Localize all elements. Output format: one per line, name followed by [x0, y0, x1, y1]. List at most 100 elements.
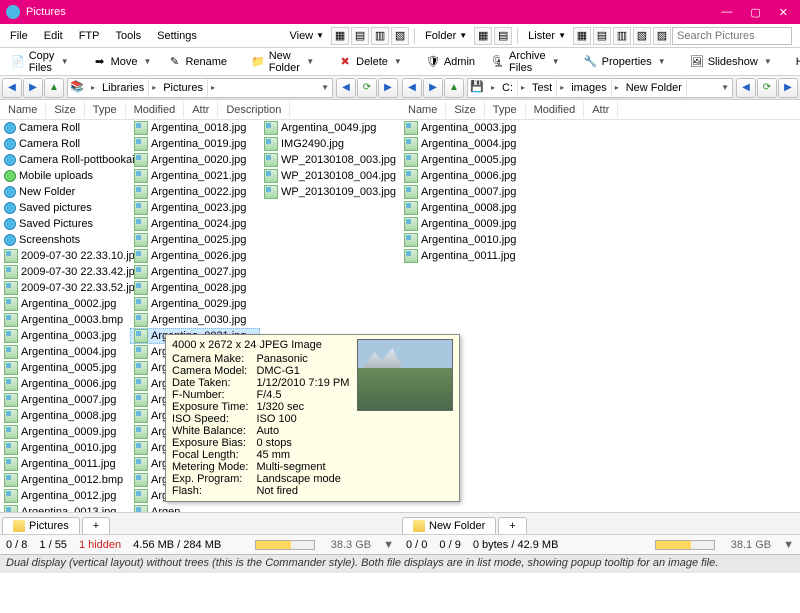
nav-fwd-button[interactable]: ▶	[23, 78, 43, 98]
list-item[interactable]: Argentina_0008.jpg	[400, 200, 800, 216]
list-item[interactable]: 2009-07-30 22.33.52.jpg	[0, 280, 130, 296]
menu-ftp[interactable]: FTP	[71, 26, 108, 46]
nav-up-button[interactable]: ▲	[44, 78, 64, 98]
close-button[interactable]: ✕	[779, 6, 788, 19]
col-size[interactable]: Size	[446, 102, 484, 118]
col-type[interactable]: Type	[485, 102, 526, 118]
left-breadcrumb[interactable]: 📚 ▸ Libraries ▸ Pictures ▸ ▼	[67, 78, 333, 98]
lister-mode-5-icon[interactable]: ▨	[653, 27, 671, 45]
list-item[interactable]: Argentina_0012.jpg	[0, 488, 130, 504]
nav-fwd-button[interactable]: ▶	[423, 78, 443, 98]
lister-dropdown[interactable]: Lister▼	[522, 28, 572, 44]
left-tab[interactable]: Pictures	[2, 517, 80, 534]
list-item[interactable]: Argentina_0004.jpg	[400, 136, 800, 152]
list-item[interactable]: Argentina_0011.jpg	[0, 456, 130, 472]
list-item[interactable]: Argentina_0022.jpg	[130, 184, 260, 200]
list-item[interactable]: Argen	[130, 504, 260, 512]
list-item[interactable]: Argentina_0006.jpg	[400, 168, 800, 184]
list-item[interactable]: WP_20130108_003.jpg	[260, 152, 400, 168]
nav-back-button[interactable]: ◀	[2, 78, 22, 98]
list-item[interactable]: Argentina_0020.jpg	[130, 152, 260, 168]
right-breadcrumb[interactable]: 💾 ▸ C: ▸ Test ▸ images ▸ New Folder ▼	[467, 78, 733, 98]
list-item[interactable]: Argentina_0003.bmp	[0, 312, 130, 328]
list-item[interactable]: Argentina_0019.jpg	[130, 136, 260, 152]
list-item[interactable]: Argentina_0049.jpg	[260, 120, 400, 136]
list-item[interactable]: Argentina_0007.jpg	[0, 392, 130, 408]
view-mode-2-icon[interactable]: ▤	[351, 27, 369, 45]
list-item[interactable]: Argentina_0012.bmp	[0, 472, 130, 488]
view-mode-3-icon[interactable]: ▥	[371, 27, 389, 45]
archive-button[interactable]: 🗜Archive Files▼	[484, 46, 567, 78]
menu-tools[interactable]: Tools	[107, 26, 149, 46]
list-item[interactable]: Argentina_0005.jpg	[400, 152, 800, 168]
nav-right-arrow-icon[interactable]: ▶	[378, 78, 398, 98]
lister-mode-3-icon[interactable]: ▥	[613, 27, 631, 45]
list-item[interactable]: Saved pictures	[0, 200, 130, 216]
list-item[interactable]: Argentina_0029.jpg	[130, 296, 260, 312]
menu-file[interactable]: File	[2, 26, 36, 46]
list-item[interactable]: Argentina_0025.jpg	[130, 232, 260, 248]
right-tab-add[interactable]: +	[498, 517, 526, 534]
crumb-dropdown-icon[interactable]: ▼	[318, 83, 332, 92]
nav-left-arrow-icon[interactable]: ◀	[336, 78, 356, 98]
maximize-button[interactable]: ▢	[750, 6, 760, 19]
nav-refresh-icon[interactable]: ⟳	[357, 78, 377, 98]
list-item[interactable]: Camera Roll	[0, 136, 130, 152]
search-box[interactable]	[672, 27, 792, 45]
list-item[interactable]: Argentina_0030.jpg	[130, 312, 260, 328]
list-item[interactable]: WP_20130109_003.jpg	[260, 184, 400, 200]
help-button[interactable]: Help❔▼	[789, 51, 800, 73]
list-item[interactable]: Argentina_0006.jpg	[0, 376, 130, 392]
list-item[interactable]: Argentina_0023.jpg	[130, 200, 260, 216]
folder-mode-2-icon[interactable]: ▤	[494, 27, 512, 45]
crumb-test[interactable]: Test	[528, 79, 557, 97]
list-item[interactable]: Saved Pictures	[0, 216, 130, 232]
list-item[interactable]: Argentina_0027.jpg	[130, 264, 260, 280]
list-item[interactable]: WP_20130108_004.jpg	[260, 168, 400, 184]
col-desc[interactable]: Description	[218, 102, 290, 118]
list-item[interactable]: Argentina_0010.jpg	[400, 232, 800, 248]
list-item[interactable]: Argentina_0024.jpg	[130, 216, 260, 232]
copy-files-button[interactable]: 📄Copy Files▼	[4, 46, 76, 78]
col-name[interactable]: Name	[0, 102, 46, 118]
nav-up-button[interactable]: ▲	[444, 78, 464, 98]
list-item[interactable]: Argentina_0011.jpg	[400, 248, 800, 264]
list-item[interactable]: Argentina_0013.jpg	[0, 504, 130, 512]
list-item[interactable]: Argentina_0018.jpg	[130, 120, 260, 136]
lister-mode-4-icon[interactable]: ▧	[633, 27, 651, 45]
list-item[interactable]: Argentina_0003.jpg	[0, 328, 130, 344]
list-item[interactable]: Argentina_0004.jpg	[0, 344, 130, 360]
col-attr[interactable]: Attr	[584, 102, 618, 118]
list-item[interactable]: Screenshots	[0, 232, 130, 248]
crumb-dropdown-icon[interactable]: ▼	[718, 83, 732, 92]
list-item[interactable]: Argentina_0028.jpg	[130, 280, 260, 296]
properties-button[interactable]: 🔧Properties▼	[577, 51, 673, 73]
left-tab-add[interactable]: +	[82, 517, 110, 534]
menu-edit[interactable]: Edit	[36, 26, 71, 46]
list-item[interactable]: Argentina_0010.jpg	[0, 440, 130, 456]
list-item[interactable]: Argentina_0007.jpg	[400, 184, 800, 200]
list-item[interactable]: Argentina_0009.jpg	[0, 424, 130, 440]
list-item[interactable]: Argentina_0003.jpg	[400, 120, 800, 136]
list-item[interactable]: 2009-07-30 22.33.42.jpg	[0, 264, 130, 280]
crumb-images[interactable]: images	[567, 79, 611, 97]
list-item[interactable]: Camera Roll	[0, 120, 130, 136]
delete-button[interactable]: ✖Delete▼	[331, 51, 409, 73]
folder-mode-1-icon[interactable]: ▦	[474, 27, 492, 45]
col-modified[interactable]: Modified	[526, 102, 585, 118]
list-item[interactable]: Argentina_0026.jpg	[130, 248, 260, 264]
list-item[interactable]: Argentina_0002.jpg	[0, 296, 130, 312]
col-name[interactable]: Name	[400, 102, 446, 118]
list-item[interactable]: 2009-07-30 22.33.10.jpg	[0, 248, 130, 264]
admin-button[interactable]: 🛡Admin	[419, 51, 482, 73]
nav-left-arrow-icon[interactable]: ◀	[736, 78, 756, 98]
crumb-libraries[interactable]: Libraries	[98, 79, 149, 97]
list-item[interactable]: New Folder	[0, 184, 130, 200]
rename-button[interactable]: ✎Rename	[160, 51, 234, 73]
list-item[interactable]: Argentina_0008.jpg	[0, 408, 130, 424]
view-mode-1-icon[interactable]: ▦	[331, 27, 349, 45]
list-item[interactable]: Argentina_0009.jpg	[400, 216, 800, 232]
lister-mode-1-icon[interactable]: ▦	[573, 27, 591, 45]
col-size[interactable]: Size	[46, 102, 84, 118]
nav-right-arrow-icon[interactable]: ▶	[778, 78, 798, 98]
